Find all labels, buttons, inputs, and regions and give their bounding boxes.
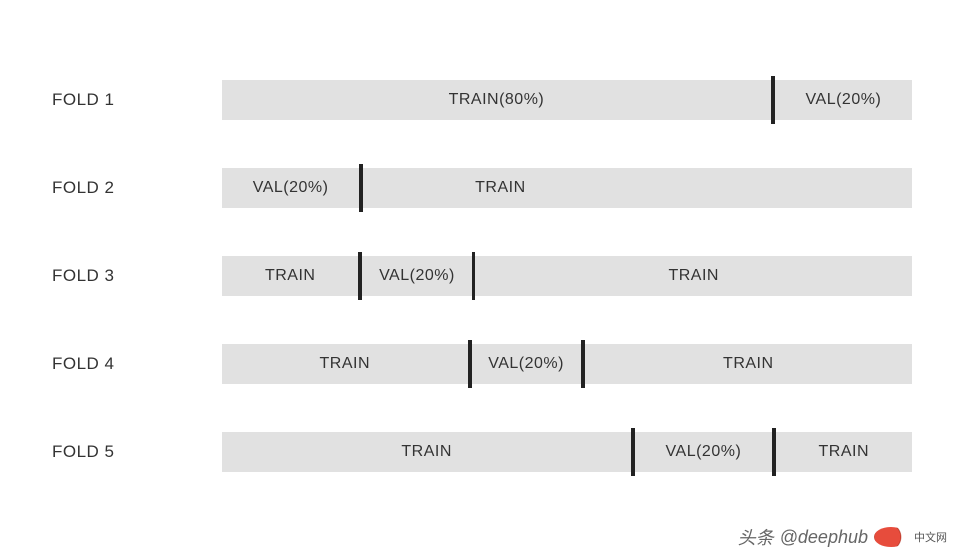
segment: TRAIN <box>222 256 358 296</box>
segment: TRAIN <box>222 432 631 472</box>
fold-bar: VAL(20%)TRAIN <box>222 168 912 208</box>
segment: VAL(20%) <box>222 168 359 208</box>
segment: TRAIN <box>475 256 912 296</box>
fold-row: FOLD 3TRAINVAL(20%)TRAIN <box>52 256 912 296</box>
fold-bar: TRAIN(80%)VAL(20%) <box>222 80 912 120</box>
segment: TRAIN <box>585 344 912 384</box>
fold-bar: TRAINVAL(20%)TRAIN <box>222 344 912 384</box>
kfold-diagram: FOLD 1TRAIN(80%)VAL(20%)FOLD 2VAL(20%)TR… <box>52 80 912 520</box>
segment: TRAIN <box>776 432 912 472</box>
fold-label: FOLD 5 <box>52 442 222 462</box>
segment: VAL(20%) <box>775 80 912 120</box>
fold-label: FOLD 1 <box>52 90 222 110</box>
segment <box>638 168 912 208</box>
fold-bar: TRAINVAL(20%)TRAIN <box>222 432 912 472</box>
fold-row: FOLD 4TRAINVAL(20%)TRAIN <box>52 344 912 384</box>
fold-label: FOLD 2 <box>52 178 222 198</box>
logo-icon <box>874 527 908 547</box>
fold-row: FOLD 2VAL(20%)TRAIN <box>52 168 912 208</box>
fold-label: FOLD 3 <box>52 266 222 286</box>
watermark-at: @deephub <box>780 527 868 548</box>
segment: TRAIN <box>222 344 468 384</box>
watermark-suffix: 中文网 <box>914 529 947 545</box>
watermark: 头条 @deephub 中文网 <box>738 524 947 550</box>
fold-bar: TRAINVAL(20%)TRAIN <box>222 256 912 296</box>
segment: VAL(20%) <box>472 344 581 384</box>
segment: VAL(20%) <box>635 432 771 472</box>
segment: VAL(20%) <box>362 256 471 296</box>
segment: TRAIN <box>363 168 637 208</box>
fold-row: FOLD 5TRAINVAL(20%)TRAIN <box>52 432 912 472</box>
watermark-prefix: 头条 <box>738 524 774 550</box>
segment: TRAIN(80%) <box>222 80 771 120</box>
fold-label: FOLD 4 <box>52 354 222 374</box>
fold-row: FOLD 1TRAIN(80%)VAL(20%) <box>52 80 912 120</box>
